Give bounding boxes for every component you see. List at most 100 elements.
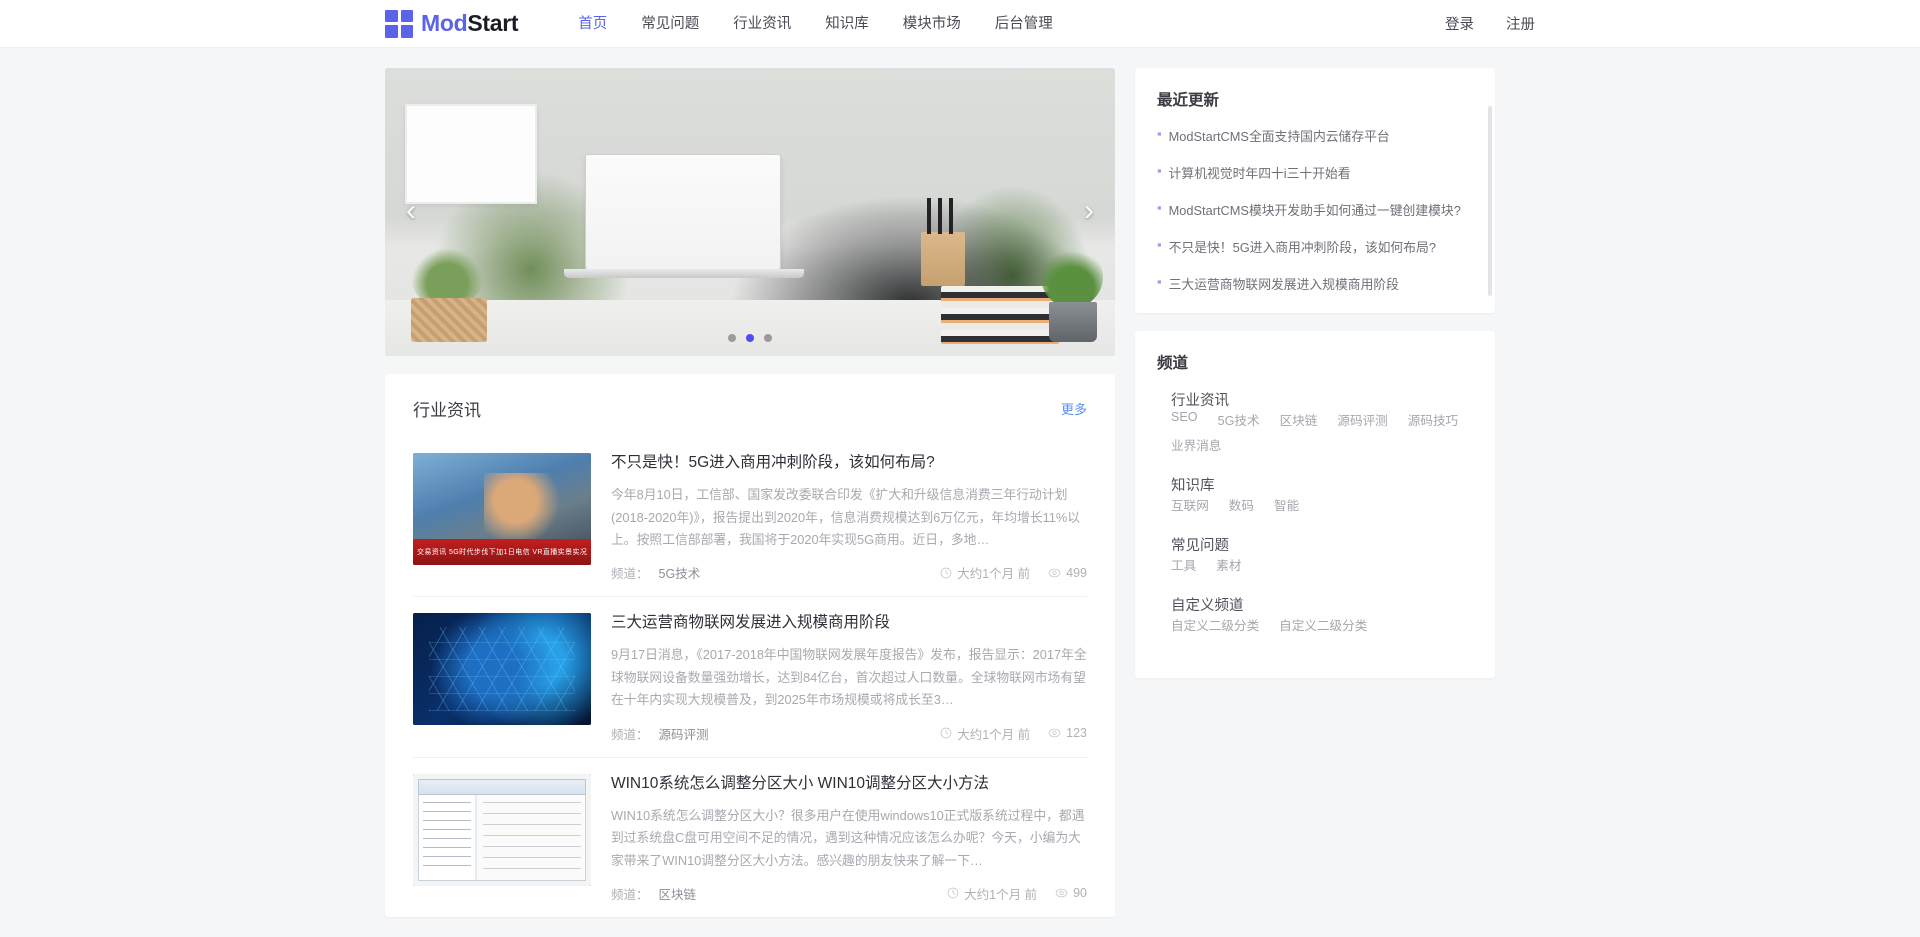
article-description: 今年8月10日，工信部、国家发改委联合印发《扩大和升级信息消费三年行动计划(20… xyxy=(611,487,1081,547)
main-column: ‹ › 行业资讯 更多 交易资讯 5G时代步伐下加1日电信 VR直播实景实况 不… xyxy=(385,68,1115,917)
article-thumbnail[interactable] xyxy=(413,773,591,886)
channel-group-name[interactable]: 常见问题 xyxy=(1171,538,1229,554)
article-title-link[interactable]: 不只是快！5G进入商用冲刺阶段，该如何布局? xyxy=(611,453,1087,473)
bullet-icon: ▪ xyxy=(1157,163,1162,178)
hero-carousel[interactable]: ‹ › xyxy=(385,68,1115,356)
list-item: ▪ 三大运营商物联网发展进入规模商用阶段 xyxy=(1157,274,1473,293)
article-body: 不只是快！5G进入商用冲刺阶段，该如何布局? 今年8月10日，工信部、国家发改委… xyxy=(611,453,1087,582)
channel-tag[interactable]: 5G技术 xyxy=(1218,410,1260,429)
nav-item-home[interactable]: 首页 xyxy=(578,0,607,48)
article-title-link[interactable]: 三大运营商物联网发展进入规模商用阶段 xyxy=(611,613,1087,633)
nav-item-knowledge[interactable]: 知识库 xyxy=(825,0,869,48)
recent-update-link[interactable]: 三大运营商物联网发展进入规模商用阶段 xyxy=(1169,274,1399,293)
header-inner: ModStart 首页 常见问题 行业资讯 知识库 模块市场 后台管理 登录 注… xyxy=(385,0,1535,47)
channel-tag[interactable]: 互联网 xyxy=(1171,495,1209,514)
recent-update-link[interactable]: 计算机视觉时年四十i三十开始看 xyxy=(1169,163,1351,182)
recent-update-link[interactable]: ModStartCMS全面支持国内云储存平台 xyxy=(1169,126,1390,145)
recent-updates-title: 最近更新 xyxy=(1157,92,1220,109)
channel-group-name[interactable]: 行业资讯 xyxy=(1171,393,1229,409)
channel-tag-list: 互联网 数码 智能 xyxy=(1171,495,1473,514)
list-item: ▪ 计算机视觉时年四十i三十开始看 xyxy=(1157,163,1473,182)
channel-tag[interactable]: 区块链 xyxy=(1280,410,1318,429)
article-description: WIN10系统怎么调整分区大小？很多用户在使用windows10正式版系统过程中… xyxy=(611,807,1085,868)
article-meta-right: 大约1个月 前 499 xyxy=(940,563,1087,582)
article-channel-link[interactable]: 5G技术 xyxy=(659,563,701,582)
carousel-dot-3[interactable] xyxy=(764,334,772,342)
bullet-icon: ▪ xyxy=(1157,311,1162,313)
article-channel-link[interactable]: 源码评测 xyxy=(659,724,709,743)
channel-group-name[interactable]: 自定义频道 xyxy=(1171,598,1244,614)
article-views: 123 xyxy=(1048,726,1087,740)
sidebar-column: 最近更新 ▪ ModStartCMS全面支持国内云储存平台 ▪ 计算机视觉时年四十i… xyxy=(1135,68,1495,678)
carousel-dot-1[interactable] xyxy=(728,334,736,342)
bullet-icon: ▪ xyxy=(1157,200,1162,215)
recent-update-link[interactable]: 不只是快！5G进入商用冲刺阶段，该如何布局? xyxy=(1169,237,1436,256)
carousel-dots xyxy=(385,334,1115,342)
channel-group-news: 行业资讯 SEO 5G技术 区块链 源码评测 源码技巧 业界消息 xyxy=(1157,389,1473,454)
login-link[interactable]: 登录 xyxy=(1445,13,1474,34)
article-time-text: 大约1个月 前 xyxy=(957,727,1031,742)
carousel-next-icon[interactable]: › xyxy=(1075,196,1103,226)
channel-group-knowledge: 知识库 互联网 数码 智能 xyxy=(1157,474,1473,514)
article-time: 大约1个月 前 xyxy=(940,563,1030,582)
article-meta: 频道： 5G技术 大约1个月 前 499 xyxy=(611,563,1087,582)
channel-tag-list: SEO 5G技术 区块链 源码评测 源码技巧 业界消息 xyxy=(1171,410,1473,454)
article-time: 大约1个月 前 xyxy=(947,884,1037,903)
register-link[interactable]: 注册 xyxy=(1506,13,1535,34)
channel-group-faq: 常见问题 工具 素材 xyxy=(1157,534,1473,574)
list-item: ▪ ModStartCMS全面支持国内云储存平台 xyxy=(1157,126,1473,145)
article-time-text: 大约1个月 前 xyxy=(964,887,1038,902)
article-item: 交易资讯 5G时代步伐下加1日电信 VR直播实景实况 不只是快！5G进入商用冲刺… xyxy=(413,437,1087,598)
bullet-icon: ▪ xyxy=(1157,237,1162,252)
bullet-icon: ▪ xyxy=(1157,126,1162,141)
carousel-dot-2[interactable] xyxy=(746,334,754,342)
article-item: 三大运营商物联网发展进入规模商用阶段 9月17日消息，《2017-2018年中国… xyxy=(413,597,1087,758)
nav-item-admin[interactable]: 后台管理 xyxy=(995,0,1053,48)
channel-tag-list: 自定义二级分类 自定义二级分类 xyxy=(1171,615,1473,634)
article-item: WIN10系统怎么调整分区大小 WIN10调整分区大小方法 WIN10系统怎么调… xyxy=(413,758,1087,917)
channel-group-name[interactable]: 知识库 xyxy=(1171,478,1215,494)
article-views-count: 123 xyxy=(1066,726,1087,741)
nav-item-market[interactable]: 模块市场 xyxy=(903,0,961,48)
channel-group-custom: 自定义频道 自定义二级分类 自定义二级分类 xyxy=(1157,594,1473,634)
article-meta-right: 大约1个月 前 90 xyxy=(947,884,1087,903)
recent-updates-scrollbar[interactable] xyxy=(1488,106,1492,296)
nav-item-news[interactable]: 行业资讯 xyxy=(733,0,791,48)
brand-title: ModStart xyxy=(421,10,519,37)
article-channel-label: 频道： xyxy=(611,727,649,742)
article-title-link[interactable]: WIN10系统怎么调整分区大小 WIN10调整分区大小方法 xyxy=(611,774,1087,794)
recent-updates-card: 最近更新 ▪ ModStartCMS全面支持国内云储存平台 ▪ 计算机视觉时年四十i… xyxy=(1135,68,1495,313)
article-list-card: 行业资讯 更多 交易资讯 5G时代步伐下加1日电信 VR直播实景实况 不只是快！… xyxy=(385,374,1115,917)
article-thumbnail[interactable] xyxy=(413,613,591,726)
brand-logo-link[interactable]: ModStart xyxy=(385,9,519,38)
nav-item-faq[interactable]: 常见问题 xyxy=(641,0,699,48)
article-meta-right: 大约1个月 前 123 xyxy=(940,724,1087,743)
article-channel-link[interactable]: 区块链 xyxy=(659,884,697,903)
article-list-more-link[interactable]: 更多 xyxy=(1061,399,1087,418)
channel-tag[interactable]: 智能 xyxy=(1274,495,1299,514)
channel-tag[interactable]: 源码技巧 xyxy=(1408,410,1458,429)
article-meta: 频道： 源码评测 大约1个月 前 123 xyxy=(611,724,1087,743)
channel-tag[interactable]: 工具 xyxy=(1171,555,1196,574)
article-description: 9月17日消息，《2017-2018年中国物联网发展年度报告》发布，报告显示：2… xyxy=(611,647,1087,708)
recent-updates-list: ▪ ModStartCMS全面支持国内云储存平台 ▪ 计算机视觉时年四十i三十开始看… xyxy=(1157,126,1473,313)
eye-icon xyxy=(1048,727,1061,739)
channel-tag[interactable]: 自定义二级分类 xyxy=(1171,615,1259,634)
page-container: ‹ › 行业资讯 更多 交易资讯 5G时代步伐下加1日电信 VR直播实景实况 不… xyxy=(385,48,1535,917)
carousel-prev-icon[interactable]: ‹ xyxy=(397,196,425,226)
article-channel-label: 频道： xyxy=(611,567,649,582)
article-list-header: 行业资讯 更多 xyxy=(413,374,1087,437)
clock-icon xyxy=(940,567,952,579)
recent-update-link[interactable]: WIN10系统怎么调整分区大小 WIN10调整分区大小… xyxy=(1169,311,1468,313)
channel-tag[interactable]: 自定义二级分类 xyxy=(1279,615,1367,634)
channel-tag[interactable]: 素材 xyxy=(1216,555,1241,574)
article-thumbnail[interactable]: 交易资讯 5G时代步伐下加1日电信 VR直播实景实况 xyxy=(413,453,591,565)
recent-update-link[interactable]: ModStartCMS模块开发助手如何通过一键创建模块? xyxy=(1169,200,1461,219)
channel-tag[interactable]: 业界消息 xyxy=(1171,435,1221,454)
channel-tag[interactable]: SEO xyxy=(1171,410,1198,429)
article-body: 三大运营商物联网发展进入规模商用阶段 9月17日消息，《2017-2018年中国… xyxy=(611,613,1087,742)
channel-tag[interactable]: 源码评测 xyxy=(1337,410,1387,429)
article-channel-label: 频道： xyxy=(611,887,649,902)
channel-tag[interactable]: 数码 xyxy=(1229,495,1254,514)
article-list-title: 行业资讯 xyxy=(413,401,481,420)
